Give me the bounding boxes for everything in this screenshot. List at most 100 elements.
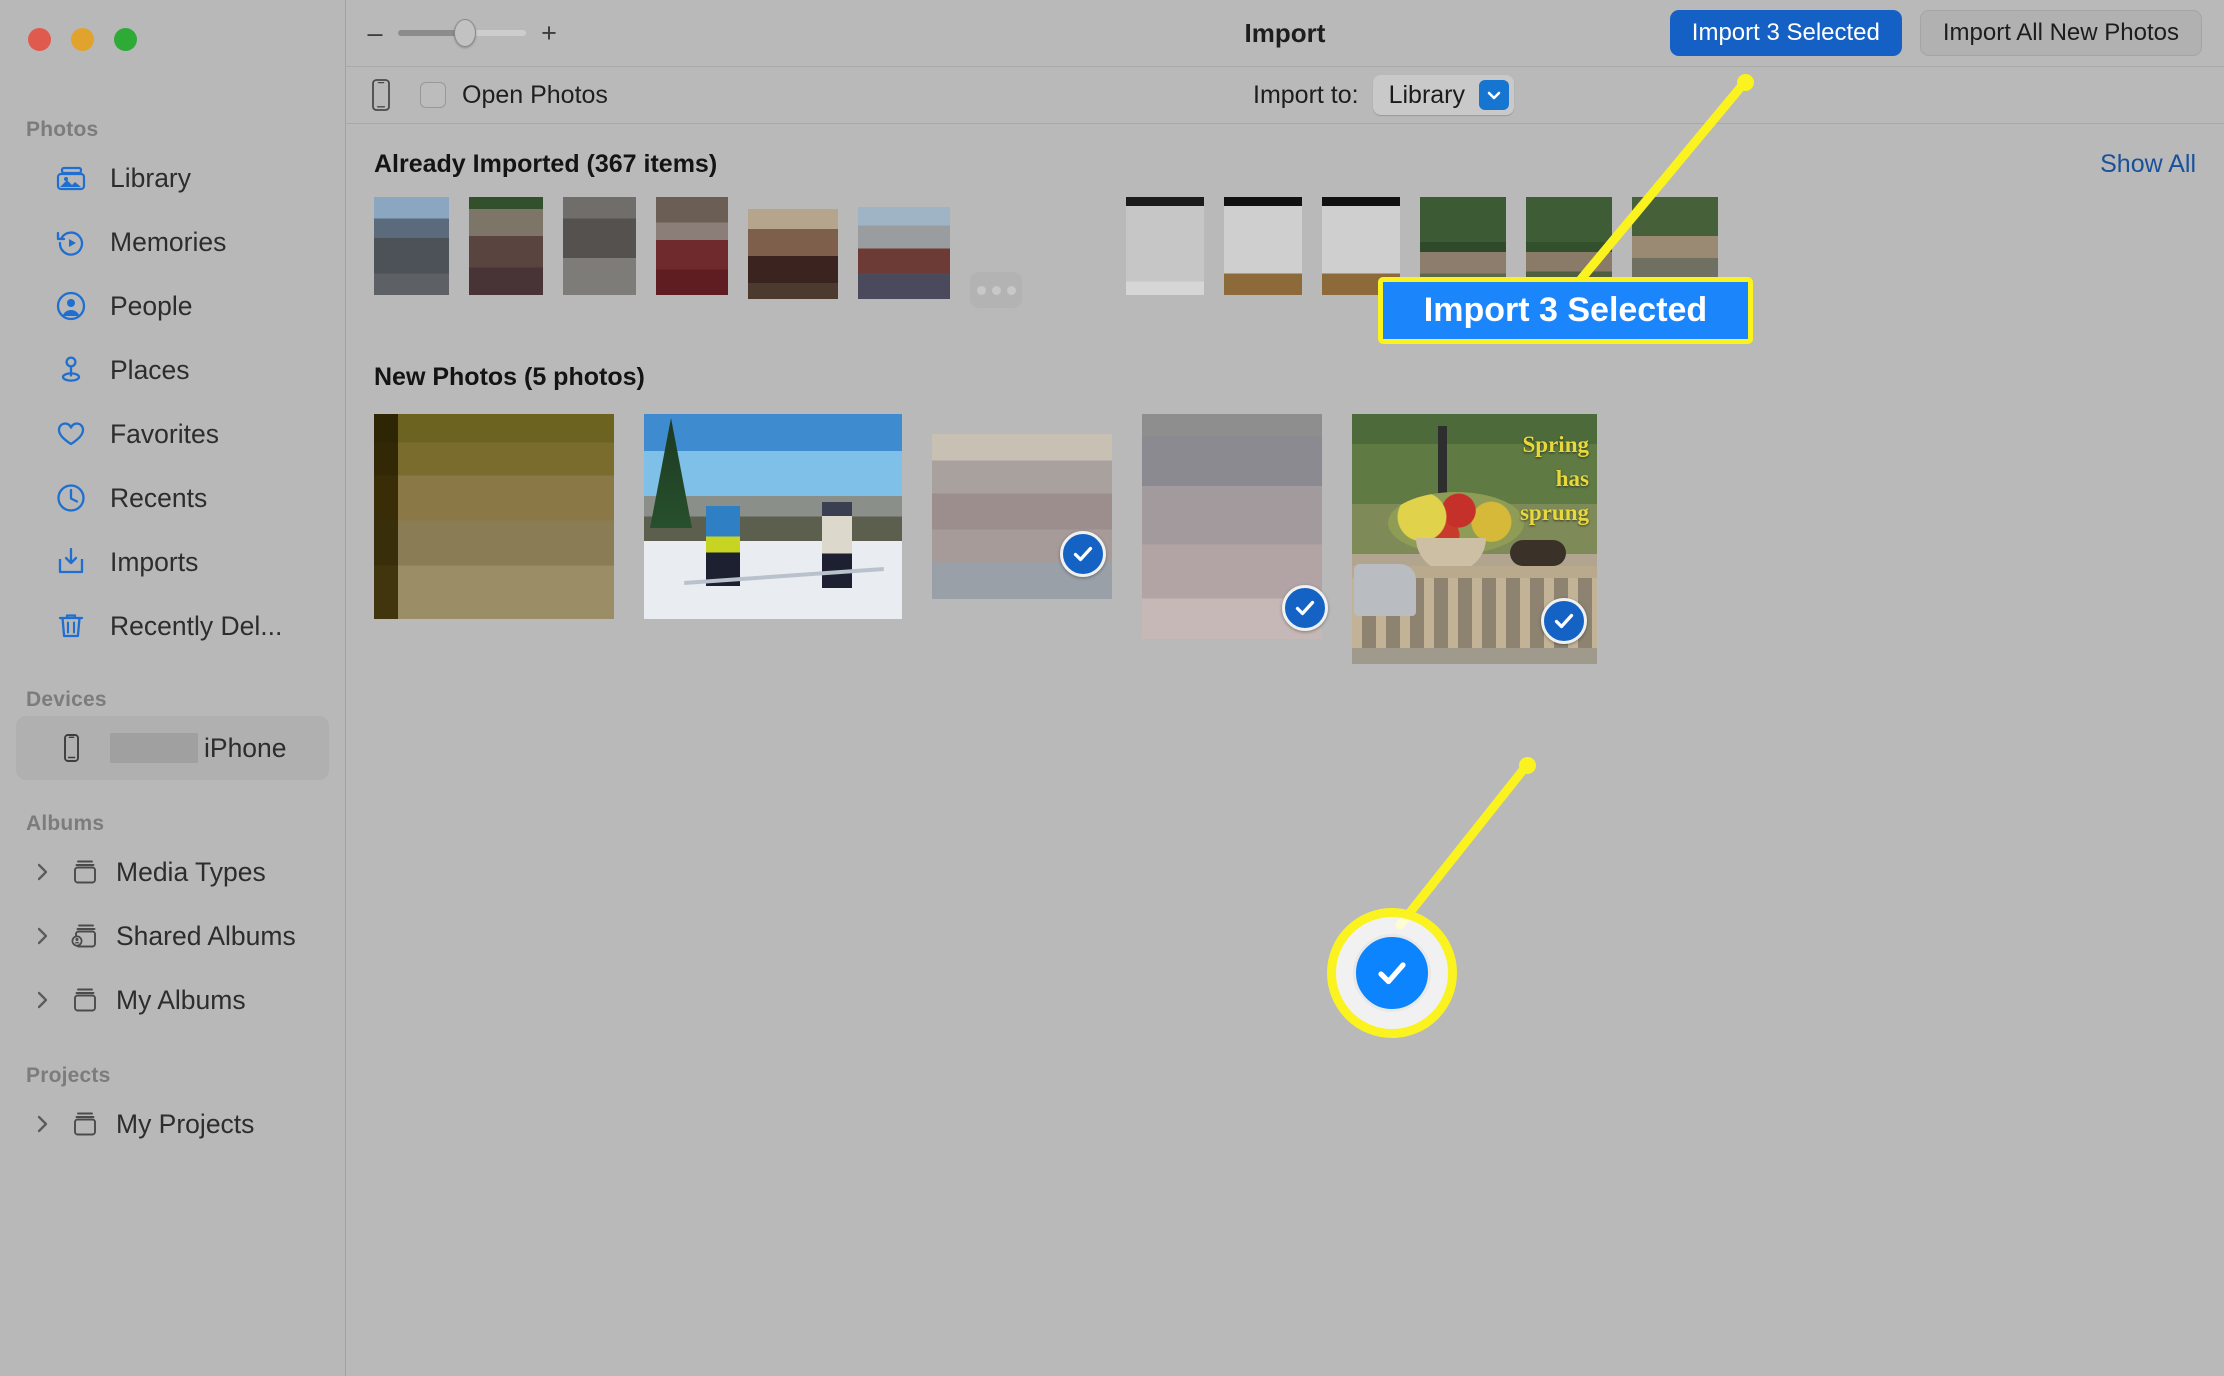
more-thumbnails-ellipsis-icon[interactable]	[970, 272, 1022, 308]
sidebar-item-iphone[interactable]: iPhone	[16, 716, 329, 780]
import-options-bar: Open Photos Import to: Library	[346, 66, 2224, 124]
import-content: Already Imported (367 items) Show All Ne…	[346, 124, 2224, 1376]
minimize-button-icon[interactable]	[71, 28, 94, 51]
thumbnail-imported-12[interactable]	[1632, 197, 1718, 295]
zoom-in-icon[interactable]: +	[540, 19, 558, 47]
sidebar-group-albums: Media Types Shared Albums My Albums	[0, 840, 345, 1032]
photo-stack-icon	[54, 161, 88, 195]
photo-1-blurred-portrait[interactable]	[374, 414, 614, 619]
import-selected-button[interactable]: Import 3 Selected	[1669, 10, 1902, 56]
import-tray-icon	[54, 545, 88, 579]
new-photo-cell-1[interactable]	[374, 414, 614, 619]
thumbnail-imported-1[interactable]	[374, 197, 449, 295]
thumbnail-imported-7[interactable]	[1126, 197, 1204, 295]
sidebar-group-label-devices: Devices	[26, 688, 107, 711]
toolbar-actions: Import 3 Selected Import All New Photos	[1669, 10, 2202, 56]
photo-5-caption: Spring has sprung	[1519, 432, 1589, 525]
chevron-right-icon[interactable]	[32, 1114, 54, 1134]
sidebar-item-places[interactable]: Places	[16, 338, 329, 402]
chevron-down-icon[interactable]	[1479, 80, 1510, 110]
album-icon	[68, 855, 102, 889]
thumbnail-imported-9[interactable]	[1322, 197, 1400, 295]
already-imported-title: Already Imported (367 items)	[374, 150, 718, 178]
close-button-icon[interactable]	[28, 28, 51, 51]
show-all-link[interactable]: Show All	[2100, 150, 2196, 179]
open-photos-checkbox-row[interactable]: Open Photos	[420, 81, 608, 110]
photo-3-selected-checkmark[interactable]	[1060, 531, 1106, 577]
sidebar-item-label: My Albums	[116, 984, 246, 1015]
sidebar-item-favorites[interactable]: Favorites	[16, 402, 329, 466]
sidebar-group-devices: iPhone	[0, 716, 345, 780]
sidebar-group-label-photos: Photos	[26, 118, 99, 141]
sidebar-group-projects: My Projects	[0, 1092, 345, 1156]
sidebar-item-label: Memories	[110, 226, 227, 257]
photo-5-selected-checkmark[interactable]	[1541, 598, 1587, 644]
already-imported-header: Already Imported (367 items) Show All	[346, 124, 2224, 179]
sidebar-item-my-albums[interactable]: My Albums	[16, 968, 329, 1032]
tree-shape	[650, 418, 692, 528]
thumbnail-imported-11[interactable]	[1526, 197, 1612, 295]
thumbnail-imported-3[interactable]	[563, 197, 636, 295]
main-panel: – + Import Import 3 Selected Import All …	[346, 0, 2224, 1376]
sidebar-item-memories[interactable]: Memories	[16, 210, 329, 274]
thumbnail-imported-10[interactable]	[1420, 197, 1506, 295]
thumbnail-imported-6[interactable]	[858, 207, 950, 299]
import-all-new-photos-button[interactable]: Import All New Photos	[1919, 10, 2202, 56]
redacted-device-owner-name	[110, 733, 198, 763]
chevron-right-icon[interactable]	[32, 862, 54, 882]
sidebar-item-label: Shared Albums	[116, 920, 296, 951]
photo-2-skiers-on-snowy-hill[interactable]	[644, 414, 902, 619]
sidebar-group-label-projects: Projects	[26, 1064, 111, 1087]
chevron-right-icon[interactable]	[32, 990, 54, 1010]
skier-right	[822, 502, 852, 588]
zoom-out-icon[interactable]: –	[366, 19, 384, 47]
sidebar-item-media-types[interactable]: Media Types	[16, 840, 329, 904]
sidebar-item-label: Library	[110, 162, 192, 193]
new-photos-grid: Spring has sprung	[346, 392, 2224, 664]
zoom-slider-knob[interactable]	[454, 19, 476, 47]
new-photo-cell-5[interactable]: Spring has sprung	[1352, 414, 1597, 664]
sidebar-item-label: Favorites	[110, 418, 219, 449]
import-to-select[interactable]: Library	[1372, 75, 1515, 115]
sidebar-item-recently-deleted[interactable]: Recently Del...	[16, 594, 329, 658]
open-photos-label: Open Photos	[462, 80, 608, 109]
parked-car	[1354, 564, 1416, 616]
thumbnail-zoom-control[interactable]: – +	[366, 19, 558, 47]
sidebar-item-library[interactable]: Library	[16, 146, 329, 210]
zoom-button-icon[interactable]	[114, 28, 137, 51]
sidebar-group-photos: Library Memories People Places Favorites…	[0, 146, 345, 658]
memories-icon	[54, 225, 88, 259]
trash-icon	[54, 609, 88, 643]
clock-icon	[54, 481, 88, 515]
photo-4-selected-checkmark[interactable]	[1282, 585, 1328, 631]
thumbnail-imported-4[interactable]	[656, 197, 728, 295]
sidebar-item-recents[interactable]: Recents	[16, 466, 329, 530]
new-photo-cell-4[interactable]	[1142, 414, 1328, 639]
zoom-slider[interactable]	[398, 19, 526, 47]
import-to-label: Import to:	[1253, 80, 1359, 109]
sidebar-item-label: Places	[110, 354, 190, 385]
album-icon	[68, 1107, 102, 1141]
skier-left	[706, 506, 740, 586]
sidebar-item-my-projects[interactable]: My Projects	[16, 1092, 329, 1156]
album-icon	[68, 983, 102, 1017]
sidebar-group-label-albums: Albums	[26, 812, 105, 835]
chevron-right-icon[interactable]	[32, 926, 54, 946]
sidebar-item-shared-albums[interactable]: Shared Albums	[16, 904, 329, 968]
iphone-icon	[54, 731, 88, 765]
thumbnail-imported-8[interactable]	[1224, 197, 1302, 295]
new-photo-cell-2[interactable]	[644, 414, 902, 619]
import-to-value: Library	[1388, 80, 1466, 109]
shared-album-icon	[68, 919, 102, 953]
import-to-control: Import to: Library	[1253, 75, 1515, 115]
thumbnail-imported-5[interactable]	[748, 209, 838, 299]
open-photos-checkbox[interactable]	[420, 82, 446, 108]
sidebar-item-imports[interactable]: Imports	[16, 530, 329, 594]
cat-shape	[1510, 540, 1566, 566]
sidebar-item-people[interactable]: People	[16, 274, 329, 338]
thumbnail-imported-2[interactable]	[469, 197, 543, 295]
already-imported-strip	[346, 179, 2224, 339]
new-photo-cell-3[interactable]	[932, 414, 1112, 599]
window-controls[interactable]	[28, 28, 137, 51]
sidebar-item-label: Imports	[110, 546, 199, 577]
